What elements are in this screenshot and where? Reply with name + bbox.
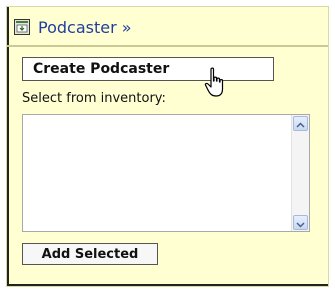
inventory-label: Select from inventory:	[22, 91, 166, 106]
podcaster-title-link[interactable]: Podcaster »	[38, 18, 132, 37]
panel-left-border	[7, 7, 9, 286]
add-selected-button[interactable]: Add Selected	[22, 243, 158, 265]
scroll-up-button[interactable]	[293, 116, 308, 131]
chevron-up-icon	[296, 122, 305, 128]
window-podcast-icon	[14, 19, 30, 35]
header-divider	[7, 45, 328, 47]
create-podcaster-button[interactable]: Create Podcaster	[22, 57, 274, 81]
panel-bottom-border	[7, 284, 328, 286]
podcaster-panel: Podcaster » Create Podcaster Select from…	[6, 6, 329, 287]
scroll-down-button[interactable]	[293, 215, 308, 230]
inventory-scrollbar[interactable]	[291, 115, 309, 231]
inventory-listbox[interactable]	[22, 114, 310, 232]
chevron-down-icon	[296, 222, 305, 228]
hand-pointer-icon	[204, 67, 224, 97]
panel-header: Podcaster »	[14, 15, 132, 39]
